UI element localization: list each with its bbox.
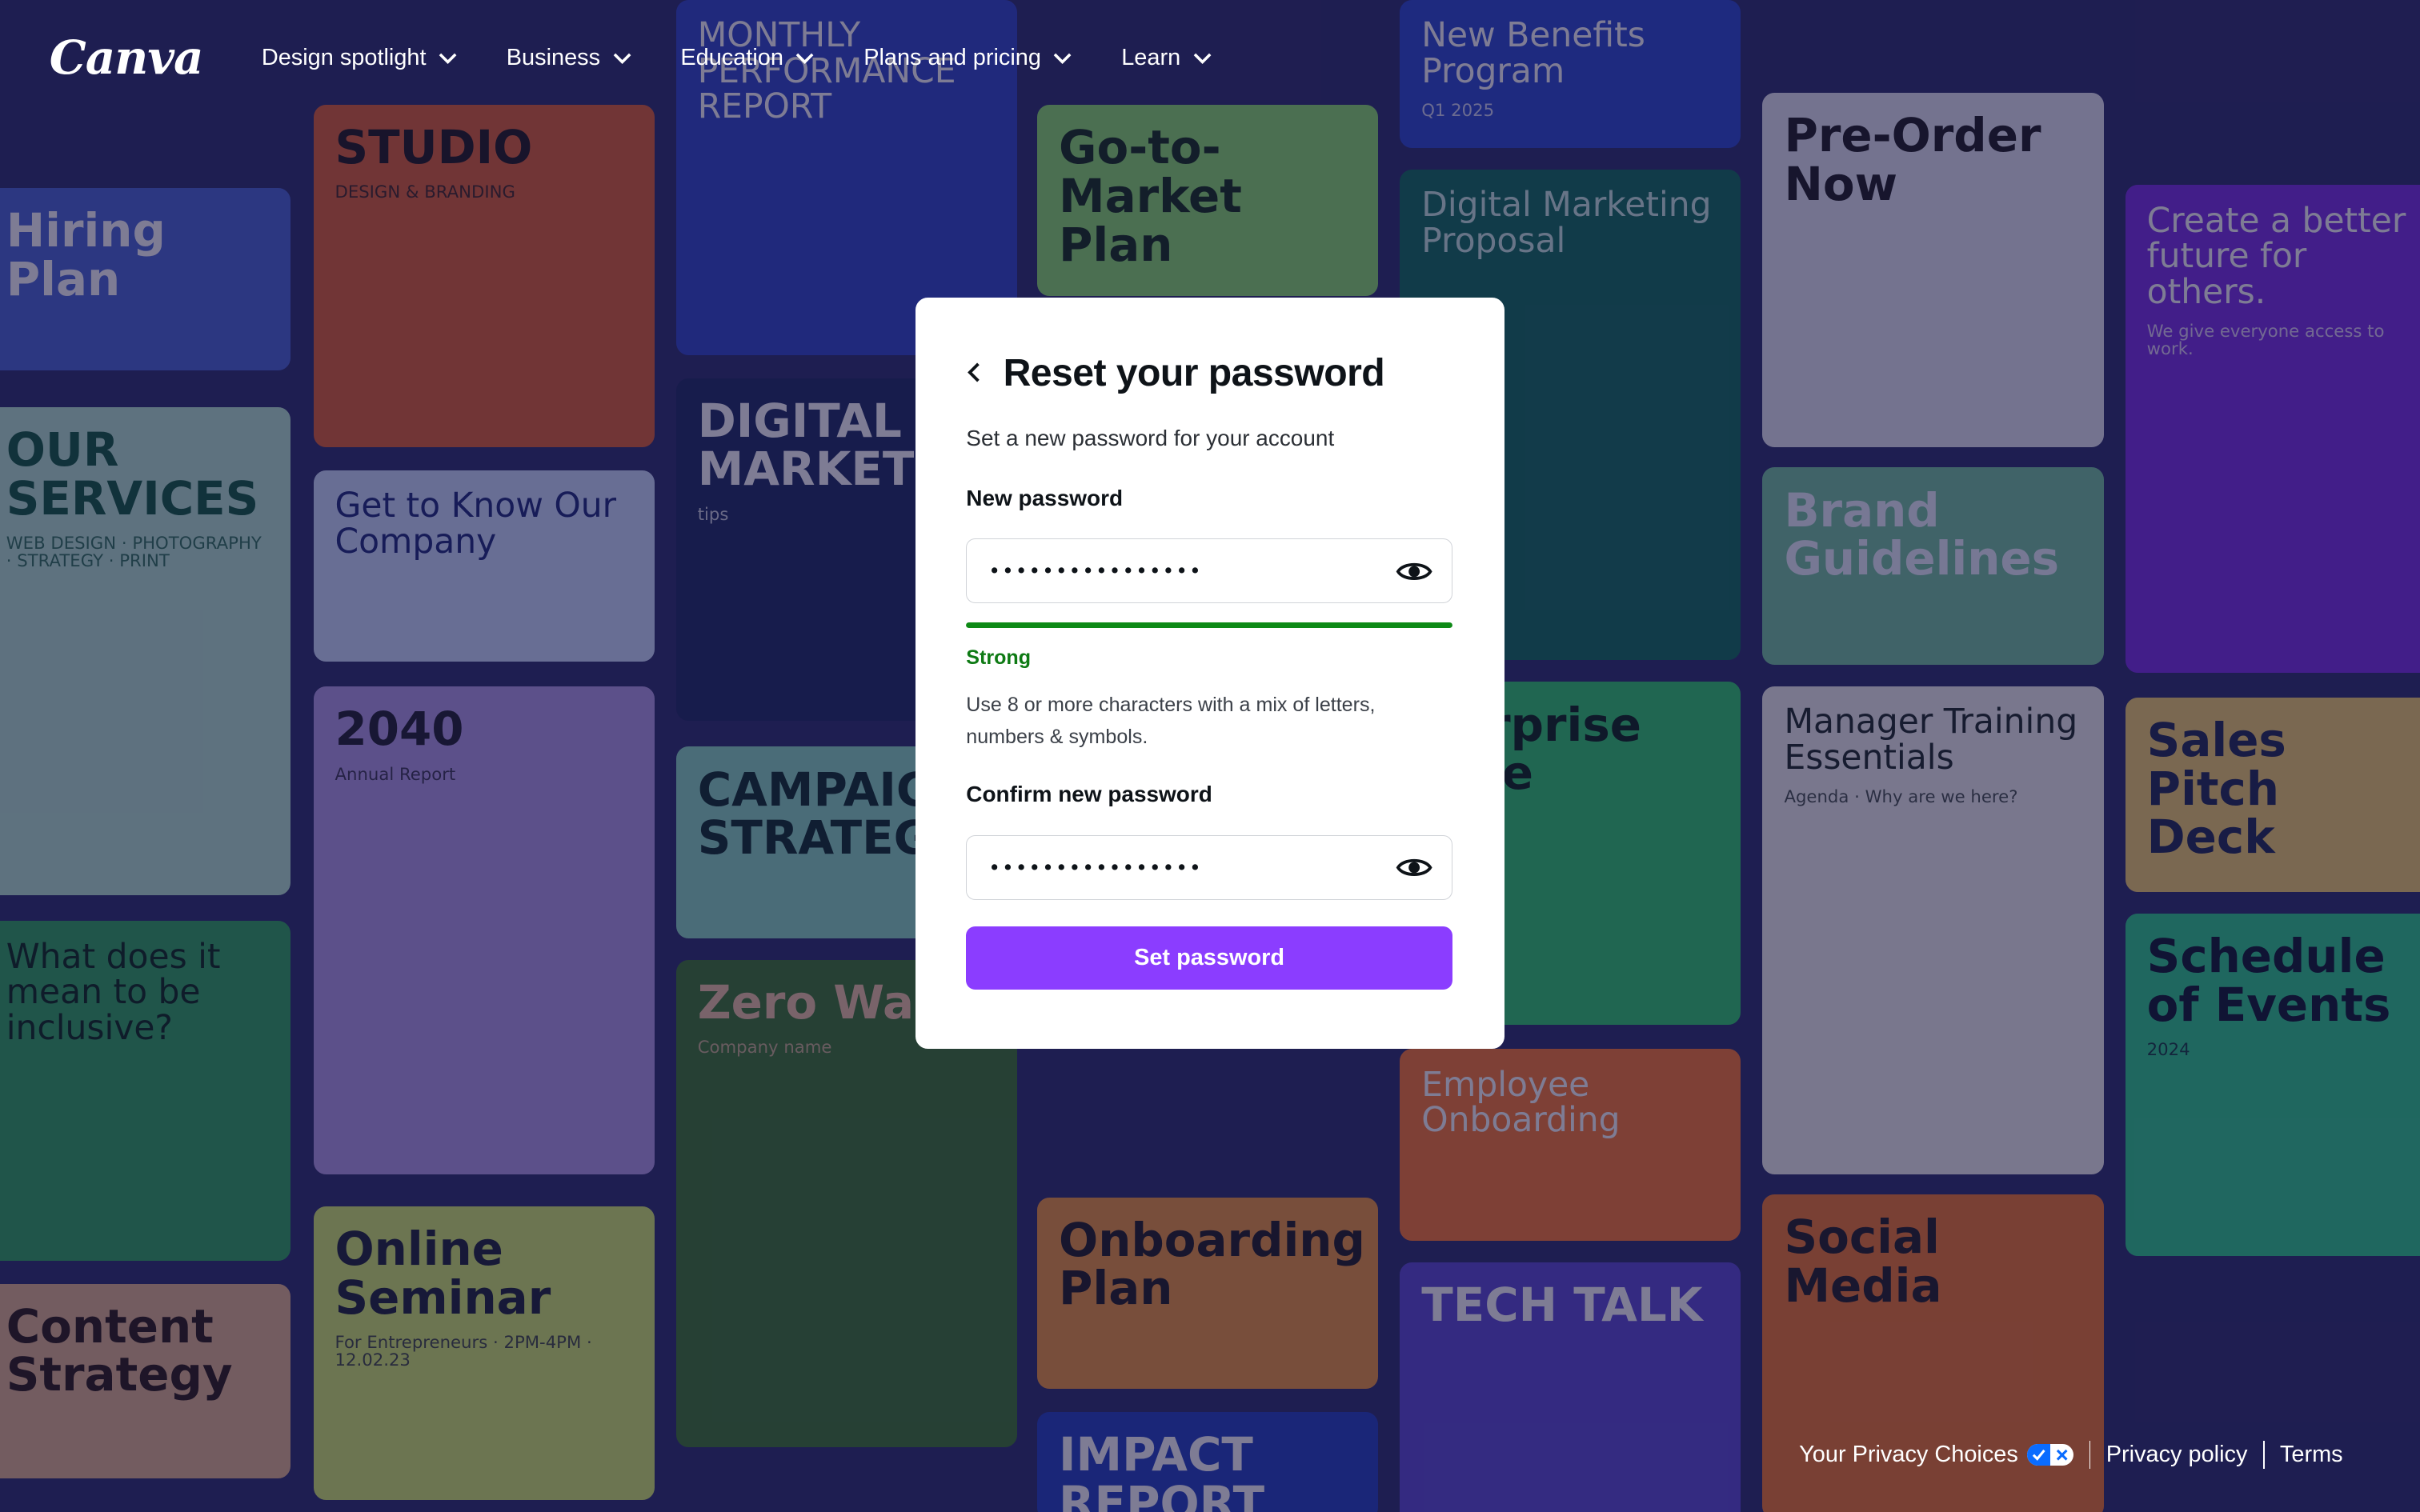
canva-logo[interactable]: Canva [50,30,204,85]
show-confirm-password-toggle[interactable] [1396,850,1432,886]
footer-links: Your Privacy Choices Privacy policy Term… [1799,1441,2343,1470]
password-strength-fill [966,622,1452,629]
footer-divider [2089,1441,2091,1470]
chevron-left-icon [968,362,980,382]
confirm-password-field [966,835,1452,901]
show-password-toggle[interactable] [1396,553,1432,590]
chevron-down-icon [439,53,457,64]
chevron-down-icon [796,53,814,64]
confirm-password-label: Confirm new password [966,782,1212,807]
chevron-down-icon [613,53,631,64]
dialog-subtitle: Set a new password for your account [966,426,1335,451]
nav-learn-label: Learn [1121,44,1181,70]
nav-education-label: Education [680,44,783,70]
privacy-choices-link[interactable]: Your Privacy Choices [1799,1442,2074,1468]
password-strength-label: Strong [966,646,1032,670]
nav-business-label: Business [506,44,601,70]
chevron-down-icon [1193,53,1212,64]
password-requirements-hint: Use 8 or more characters with a mix of l… [966,693,1376,748]
nav-education[interactable]: Education [680,45,814,71]
nav-design-spotlight[interactable]: Design spotlight [262,45,457,71]
footer-divider [2262,1441,2265,1470]
new-password-input[interactable] [985,558,1396,585]
eye-icon [1396,859,1432,877]
terms-link[interactable]: Terms [2280,1442,2343,1468]
set-password-button[interactable]: Set password [966,926,1452,990]
dialog-header: Reset your password [966,350,1453,395]
privacy-choices-icon [2027,1444,2074,1466]
nav-learn[interactable]: Learn [1121,45,1212,71]
privacy-choices-label: Your Privacy Choices [1799,1442,2018,1468]
top-navigation: Canva Design spotlight Business Educatio… [0,0,2420,116]
back-button[interactable] [966,360,991,385]
dialog-title: Reset your password [1003,350,1385,394]
nav-plans-and-pricing-label: Plans and pricing [863,44,1041,70]
privacy-policy-link[interactable]: Privacy policy [2106,1442,2248,1468]
nav-design-spotlight-label: Design spotlight [261,44,427,70]
password-strength-bar [966,622,1452,629]
new-password-label: New password [966,485,1124,510]
nav-plans-and-pricing[interactable]: Plans and pricing [863,45,1072,71]
confirm-password-input[interactable] [985,854,1396,882]
new-password-field [966,538,1452,604]
nav-business[interactable]: Business [507,45,631,71]
reset-password-dialog: Reset your password Set a new password f… [915,298,1505,1050]
chevron-down-icon [1054,53,1072,64]
eye-icon [1396,562,1432,580]
